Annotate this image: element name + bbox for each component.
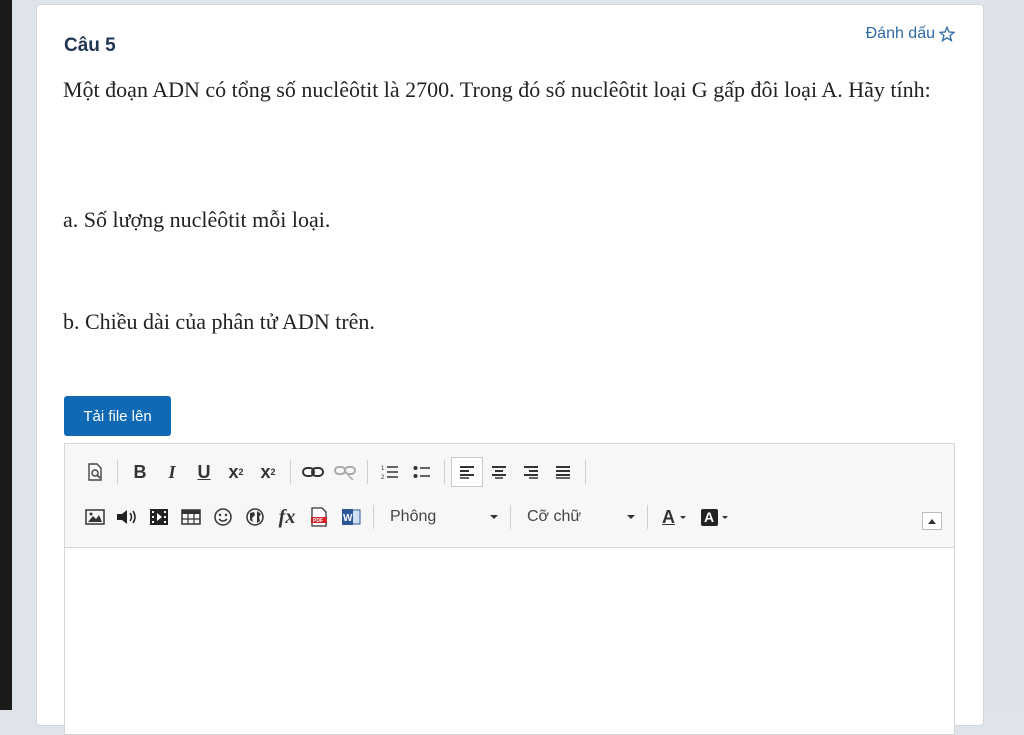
preview-icon[interactable] — [79, 457, 111, 487]
unlink-icon[interactable] — [329, 457, 361, 487]
editor-toolbar: B I U x2 x2 12 fx PDF W Phông Cỡ chữ A A — [65, 444, 954, 548]
question-text: Một đoạn ADN có tổng số nuclêôtit là 270… — [63, 77, 931, 102]
star-icon — [939, 26, 955, 42]
flag-question-button[interactable]: Đánh dấu — [866, 25, 955, 43]
collapse-toolbar-button[interactable] — [922, 512, 942, 530]
question-title: Câu 5 — [64, 35, 116, 56]
toolbar-separator — [585, 460, 586, 484]
svg-text:1: 1 — [381, 466, 385, 472]
question-part-a: a. Số lượng nuclêôtit mỗi loại. — [63, 207, 331, 232]
toolbar-separator — [510, 505, 511, 529]
toolbar-separator — [117, 460, 118, 484]
superscript-icon[interactable]: x2 — [252, 457, 284, 487]
globe-icon[interactable] — [239, 502, 271, 532]
svg-text:PDF: PDF — [313, 518, 323, 524]
question-card: Câu 5 Đánh dấu Một đoạn ADN có tổng số n… — [36, 4, 984, 735]
video-icon[interactable] — [143, 502, 175, 532]
chevron-down-icon — [627, 515, 635, 519]
pdf-icon[interactable]: PDF — [303, 502, 335, 532]
svg-text:2: 2 — [381, 475, 385, 480]
editor-content-area[interactable] — [65, 548, 954, 734]
underline-icon[interactable]: U — [188, 457, 220, 487]
chevron-down-icon — [490, 515, 498, 519]
link-icon[interactable] — [297, 457, 329, 487]
italic-icon[interactable]: I — [156, 457, 188, 487]
table-icon[interactable] — [175, 502, 207, 532]
toolbar-separator — [290, 460, 291, 484]
smiley-icon[interactable] — [207, 502, 239, 532]
numbered-list-icon[interactable]: 12 — [374, 457, 406, 487]
font-size-select-label: Cỡ chữ — [527, 508, 582, 525]
svg-text:W: W — [343, 513, 353, 524]
justify-icon[interactable] — [547, 457, 579, 487]
subscript-icon[interactable]: x2 — [220, 457, 252, 487]
left-screen-edge — [0, 0, 12, 710]
toolbar-row-2: fx PDF W Phông Cỡ chữ A A — [79, 501, 734, 533]
answer-editor: B I U x2 x2 12 fx PDF W Phông Cỡ chữ A A — [64, 443, 955, 735]
image-icon[interactable] — [79, 502, 111, 532]
align-right-icon[interactable] — [515, 457, 547, 487]
align-center-icon[interactable] — [483, 457, 515, 487]
toolbar-separator — [367, 460, 368, 484]
font-family-select[interactable]: Phông — [380, 502, 504, 532]
align-left-icon[interactable] — [451, 457, 483, 487]
bulleted-list-icon[interactable] — [406, 457, 438, 487]
upload-file-button[interactable]: Tải file lên — [64, 396, 171, 436]
question-part-b: b. Chiều dài của phân tử ADN trên. — [63, 309, 375, 334]
formula-icon[interactable]: fx — [271, 502, 303, 532]
word-icon[interactable]: W — [335, 502, 367, 532]
toolbar-separator — [647, 505, 648, 529]
background-color-icon[interactable]: A — [694, 502, 734, 532]
font-family-select-label: Phông — [390, 508, 437, 525]
right-page-margin — [984, 0, 1024, 710]
toolbar-separator — [444, 460, 445, 484]
bold-icon[interactable]: B — [124, 457, 156, 487]
toolbar-row-1: B I U x2 x2 12 — [79, 456, 592, 488]
audio-icon[interactable] — [111, 502, 143, 532]
toolbar-separator — [373, 505, 374, 529]
text-color-icon[interactable]: A — [654, 502, 694, 532]
font-size-select[interactable]: Cỡ chữ — [517, 502, 641, 532]
flag-label: Đánh dấu — [865, 25, 935, 42]
